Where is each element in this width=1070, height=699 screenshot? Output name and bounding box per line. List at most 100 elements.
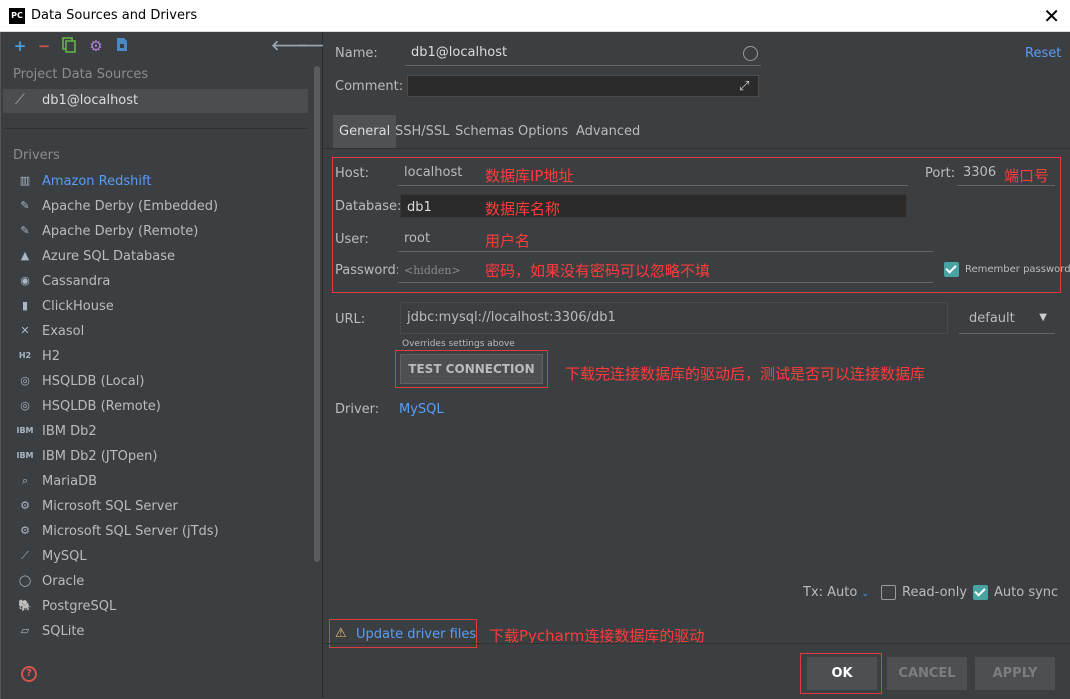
driver-item[interactable]: ◎ HSQLDB (Remote) <box>11 394 308 419</box>
driver-label: Cassandra <box>42 274 111 289</box>
tab-options[interactable]: Options <box>512 115 574 148</box>
driver-icon: ⚙ <box>20 499 30 512</box>
remove-icon[interactable]: − <box>35 37 53 55</box>
driver-item[interactable]: ▱ SQLite <box>11 619 308 644</box>
update-driver-files-link[interactable]: Update driver files <box>356 627 476 642</box>
reset-link[interactable]: Reset <box>1025 46 1061 61</box>
name-field[interactable]: db1@localhost <box>405 40 761 66</box>
driver-list-scrollbar[interactable] <box>314 66 320 562</box>
driver-item[interactable]: 🐘 PostgreSQL <box>11 594 308 619</box>
driver-icon: ◯ <box>18 574 32 587</box>
driver-icon: ▱ <box>20 624 30 637</box>
driver-item[interactable]: ◉ Cassandra <box>11 269 308 294</box>
driver-label: HSQLDB (Remote) <box>42 399 161 414</box>
driver-item[interactable]: IBM IBM Db2 <box>11 419 308 444</box>
duplicate-icon[interactable] <box>60 37 78 55</box>
section-divider <box>3 128 308 129</box>
driver-icon: ◎ <box>20 399 30 412</box>
driver-icon: ▮ <box>21 299 29 312</box>
import-file-icon[interactable] <box>113 37 131 55</box>
driver-link[interactable]: MySQL <box>399 402 444 417</box>
chevron-down-icon: ⌄ <box>861 589 870 599</box>
driver-item[interactable]: ⚙ Microsoft SQL Server (jTds) <box>11 519 308 544</box>
driver-item[interactable]: ⌕ MariaDB <box>11 469 308 494</box>
forward-arrow-icon[interactable]: 🡒 <box>297 37 335 55</box>
password-annotation: 密码，如果没有密码可以忽略不填 <box>485 262 711 280</box>
test-connection-annotation: 下载完连接数据库的驱动后，测试是否可以连接数据库 <box>565 365 926 383</box>
driver-icon: ✕ <box>20 324 30 337</box>
chevron-down-icon: ▼ <box>1039 312 1047 323</box>
name-label: Name: <box>335 46 378 61</box>
read-only-checkbox[interactable] <box>881 585 896 600</box>
driver-label: HSQLDB (Local) <box>42 374 145 389</box>
tab-advanced[interactable]: Advanced <box>570 115 646 148</box>
test-connection-button[interactable]: TEST CONNECTION <box>400 354 543 384</box>
color-picker-circle-icon[interactable] <box>743 46 758 61</box>
name-value: db1@localhost <box>411 45 508 60</box>
comment-field[interactable] <box>407 75 759 97</box>
right-panel: Name: db1@localhost Reset Comment: ⤢ Gen… <box>323 32 1070 699</box>
port-label: Port: <box>925 166 956 181</box>
driver-label: Azure SQL Database <box>42 249 176 264</box>
ok-button[interactable]: OK <box>807 657 877 690</box>
driver-item[interactable]: IBM IBM Db2 (JTOpen) <box>11 444 308 469</box>
driver-label: PostgreSQL <box>42 599 117 614</box>
project-data-source-label: db1@localhost <box>42 93 139 108</box>
add-icon[interactable]: + <box>11 37 29 55</box>
back-arrow-icon[interactable]: 🡐 <box>271 37 309 55</box>
apply-button[interactable]: APPLY <box>975 657 1055 690</box>
tab-general[interactable]: General <box>333 115 397 148</box>
tab-ssh-ssl[interactable]: SSH/SSL <box>389 115 455 148</box>
overrides-note: Overrides settings above <box>402 339 515 349</box>
tab-schemas[interactable]: Schemas <box>449 115 520 148</box>
user-field[interactable]: root <box>398 226 933 252</box>
host-field[interactable]: localhost <box>398 160 908 186</box>
user-label: User: <box>335 232 369 247</box>
settings-gear-icon[interactable]: ⚙ <box>87 37 105 55</box>
port-value: 3306 <box>963 165 997 180</box>
driver-label: Microsoft SQL Server (jTds) <box>42 524 219 539</box>
project-data-source-item[interactable]: ⟋ db1@localhost <box>3 89 308 113</box>
driver-icon: IBM <box>16 426 34 435</box>
driver-item[interactable]: ✕ Exasol <box>11 319 308 344</box>
port-annotation: 端口号 <box>1004 167 1050 185</box>
driver-item[interactable]: ✎ Apache Derby (Remote) <box>11 219 308 244</box>
driver-item[interactable]: ⚙ Microsoft SQL Server <box>11 494 308 519</box>
read-only-label: Read-only <box>902 585 968 600</box>
cancel-button[interactable]: CANCEL <box>887 657 967 690</box>
comment-label: Comment: <box>335 79 404 94</box>
driver-icon: ✎ <box>20 199 30 212</box>
left-panel: + − ⚙ 🡐 🡒 Project Data Sources ⟋ db1@loc… <box>1 32 335 699</box>
driver-item[interactable]: ◯ Oracle <box>11 569 308 594</box>
driver-item[interactable]: H2 H2 <box>11 344 308 369</box>
driver-item[interactable]: ▮ ClickHouse <box>11 294 308 319</box>
driver-label: ClickHouse <box>42 299 114 314</box>
driver-item[interactable]: ✎ Apache Derby (Embedded) <box>11 194 308 219</box>
remember-password-label: Remember password <box>965 264 1070 275</box>
database-label: Database: <box>335 199 402 214</box>
database-field[interactable]: db1 <box>400 194 907 218</box>
driver-label: Microsoft SQL Server <box>42 499 178 514</box>
help-icon[interactable]: ? <box>21 666 37 682</box>
project-data-sources-header: Project Data Sources <box>13 67 149 82</box>
warning-icon: ⚠ <box>335 626 347 641</box>
url-field[interactable]: jdbc:mysql://localhost:3306/db1 <box>400 302 948 334</box>
driver-label: Exasol <box>42 324 85 339</box>
left-toolbar: + − ⚙ 🡐 🡒 <box>1 32 335 60</box>
driver-label: Amazon Redshift <box>42 174 152 189</box>
expand-icon[interactable]: ⤢ <box>739 79 749 94</box>
remember-password-checkbox[interactable] <box>944 262 959 277</box>
driver-item[interactable]: ▲ Azure SQL Database <box>11 244 308 269</box>
driver-item[interactable]: ◎ HSQLDB (Local) <box>11 369 308 394</box>
tx-mode-select[interactable]: Tx: Auto ⌄ <box>803 585 869 600</box>
url-mode-select[interactable]: default ▼ <box>959 306 1055 334</box>
close-icon[interactable]: ✕ <box>1043 4 1060 28</box>
driver-icon: ✎ <box>20 224 30 237</box>
password-label: Password: <box>335 263 401 278</box>
driver-item[interactable]: ▥ Amazon Redshift <box>11 169 308 194</box>
host-label: Host: <box>335 166 369 181</box>
driver-label: Driver: <box>335 402 380 417</box>
driver-item[interactable]: ⟋ MySQL <box>11 544 308 569</box>
window-title: Data Sources and Drivers <box>31 8 198 23</box>
auto-sync-checkbox[interactable] <box>973 585 988 600</box>
